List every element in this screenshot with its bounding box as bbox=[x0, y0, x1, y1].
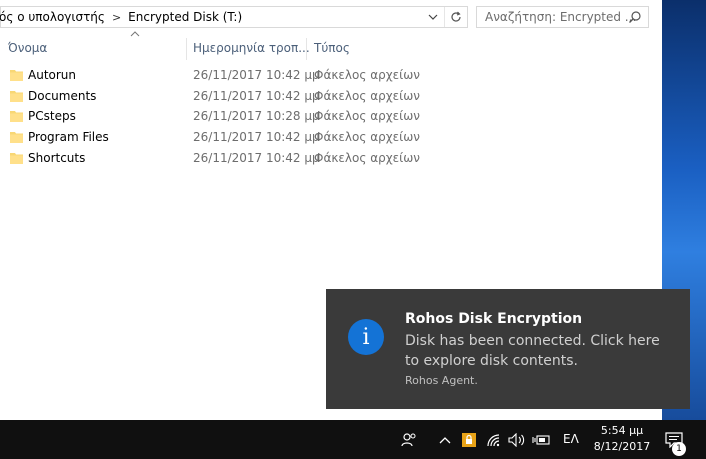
search-icon[interactable] bbox=[628, 10, 642, 24]
file-type: Φάκελος αρχείων bbox=[314, 89, 420, 103]
network-icon[interactable] bbox=[486, 431, 502, 449]
file-row-shortcuts[interactable]: Shortcuts 26/11/2017 10:42 μμ Φάκελος αρ… bbox=[0, 149, 440, 169]
column-header-name[interactable]: Όνομα bbox=[8, 38, 47, 58]
column-header-date[interactable]: Ημερομηνία τροπ... bbox=[193, 38, 310, 58]
search-placeholder: Αναζήτηση: Encrypted ... bbox=[485, 10, 637, 24]
file-date: 26/11/2017 10:42 μμ bbox=[193, 68, 320, 82]
file-type: Φάκελος αρχείων bbox=[314, 151, 420, 165]
clock[interactable]: 5:54 μμ 8/12/2017 bbox=[590, 423, 654, 455]
toast-source: Rohos Agent. bbox=[405, 374, 478, 387]
folder-icon bbox=[10, 90, 23, 102]
file-date: 26/11/2017 10:42 μμ bbox=[193, 89, 320, 103]
sort-ascending-icon bbox=[130, 30, 140, 40]
folder-icon bbox=[10, 131, 23, 143]
breadcrumb-separator[interactable]: > bbox=[112, 11, 121, 24]
clock-date: 8/12/2017 bbox=[593, 440, 651, 453]
file-row-program-files[interactable]: Program Files 26/11/2017 10:42 μμ Φάκελο… bbox=[0, 128, 440, 148]
people-icon[interactable] bbox=[400, 431, 418, 449]
file-type: Φάκελος αρχείων bbox=[314, 130, 420, 144]
language-indicator[interactable]: ΕΛ bbox=[563, 432, 579, 446]
address-bar[interactable]: ός ο υπολογιστής > Encrypted Disk (T:) bbox=[0, 6, 468, 28]
column-divider[interactable] bbox=[186, 38, 187, 60]
breadcrumb-this-pc[interactable]: ός ο υπολογιστής bbox=[0, 10, 105, 24]
file-type: Φάκελος αρχείων bbox=[314, 109, 420, 123]
toast-body: Disk has been connected. Click here to e… bbox=[405, 333, 660, 369]
folder-icon bbox=[10, 69, 23, 81]
file-date: 26/11/2017 10:28 μμ bbox=[193, 109, 320, 123]
toast-title: Rohos Disk Encryption bbox=[405, 311, 583, 327]
refresh-icon[interactable] bbox=[444, 7, 467, 27]
toast-notification[interactable]: i Rohos Disk Encryption Disk has been co… bbox=[326, 289, 690, 409]
breadcrumb-encrypted-disk[interactable]: Encrypted Disk (T:) bbox=[128, 10, 242, 24]
chevron-down-icon[interactable] bbox=[425, 9, 441, 25]
notification-count-badge: 1 bbox=[672, 442, 686, 456]
file-name: Shortcuts bbox=[28, 151, 86, 165]
lock-drive-icon[interactable] bbox=[461, 431, 477, 449]
file-row-autorun[interactable]: Autorun 26/11/2017 10:42 μμ Φάκελος αρχε… bbox=[0, 66, 440, 86]
battery-icon[interactable] bbox=[532, 431, 550, 449]
folder-icon bbox=[10, 110, 23, 122]
file-row-pcsteps[interactable]: PCsteps 26/11/2017 10:28 μμ Φάκελος αρχε… bbox=[0, 107, 440, 127]
file-row-documents[interactable]: Documents 26/11/2017 10:42 μμ Φάκελος αρ… bbox=[0, 87, 440, 107]
file-date: 26/11/2017 10:42 μμ bbox=[193, 151, 320, 165]
folder-icon bbox=[10, 152, 23, 164]
clock-time: 5:54 μμ bbox=[600, 424, 644, 437]
file-name: Documents bbox=[28, 89, 97, 103]
file-name: Autorun bbox=[28, 68, 77, 82]
file-date: 26/11/2017 10:42 μμ bbox=[193, 130, 320, 144]
taskbar: ΕΛ 5:54 μμ 8/12/2017 1 bbox=[0, 420, 706, 459]
column-divider[interactable] bbox=[306, 38, 307, 60]
volume-icon[interactable] bbox=[508, 431, 526, 449]
search-input[interactable]: Αναζήτηση: Encrypted ... bbox=[476, 6, 649, 28]
chevron-up-icon[interactable] bbox=[437, 431, 453, 449]
info-icon: i bbox=[348, 319, 384, 355]
file-name: Program Files bbox=[28, 130, 109, 144]
column-header-type[interactable]: Τύπος bbox=[314, 38, 350, 58]
file-type: Φάκελος αρχείων bbox=[314, 68, 420, 82]
file-name: PCsteps bbox=[28, 109, 76, 123]
